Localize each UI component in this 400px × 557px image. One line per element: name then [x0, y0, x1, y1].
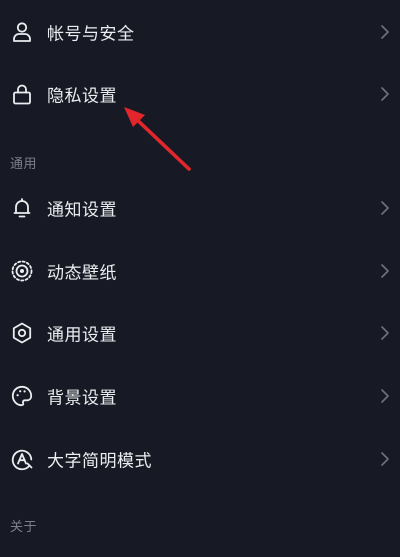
settings-item-label: 背景设置 [47, 388, 117, 409]
bell-icon [10, 196, 34, 220]
lock-icon [10, 82, 34, 106]
chevron-right-icon [378, 23, 392, 41]
settings-item-label: 动态壁纸 [47, 263, 117, 284]
settings-item-label: 通知设置 [47, 200, 117, 221]
settings-item-large-font-mode[interactable]: 大字简明模式 [0, 428, 400, 490]
chevron-right-icon [378, 262, 392, 280]
annotation-arrow-icon [124, 107, 191, 171]
palette-icon [10, 384, 34, 408]
chevron-right-icon [378, 450, 392, 468]
settings-item-label: 帐号与安全 [47, 24, 135, 45]
settings-item-general[interactable]: 通用设置 [0, 302, 400, 364]
section-header-about: 关于 [10, 520, 38, 535]
section-header-general: 通用 [10, 157, 38, 172]
settings-item-notifications[interactable]: 通知设置 [0, 177, 400, 239]
chevron-right-icon [378, 387, 392, 405]
settings-item-label: 大字简明模式 [47, 451, 152, 472]
settings-screen: 帐号与安全 隐私设置 通用 通知设置 动态壁纸 通用设置 背景设置 大字简明模式… [0, 0, 400, 557]
chevron-right-icon [378, 324, 392, 342]
font-size-icon [10, 447, 34, 471]
settings-item-background[interactable]: 背景设置 [0, 365, 400, 427]
settings-item-label: 通用设置 [47, 325, 117, 346]
dynamic-wallpaper-icon [10, 259, 34, 283]
chevron-right-icon [378, 85, 392, 103]
settings-item-label: 隐私设置 [47, 86, 117, 107]
settings-item-privacy[interactable]: 隐私设置 [0, 63, 400, 125]
person-icon [10, 20, 34, 44]
gear-icon [10, 321, 34, 345]
settings-item-dynamic-wallpaper[interactable]: 动态壁纸 [0, 240, 400, 302]
chevron-right-icon [378, 199, 392, 217]
settings-item-account-security[interactable]: 帐号与安全 [0, 1, 400, 63]
